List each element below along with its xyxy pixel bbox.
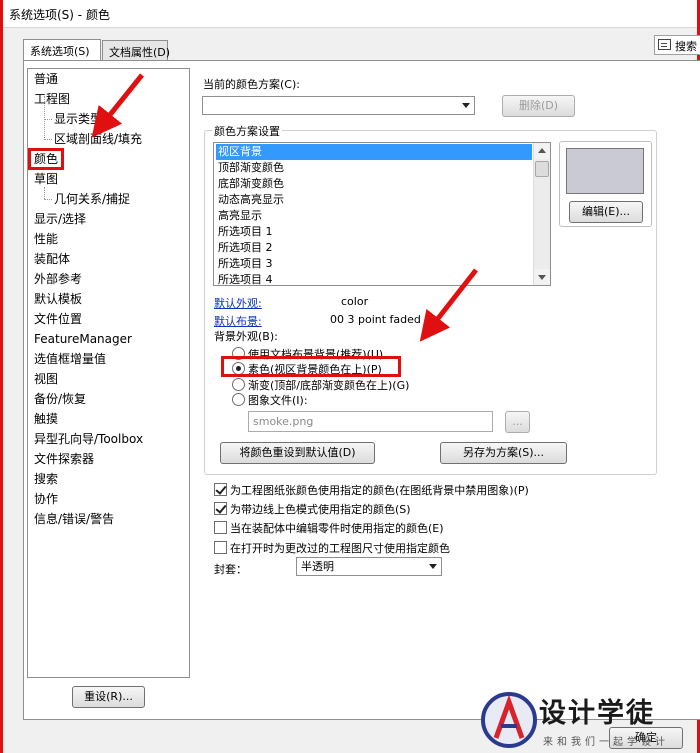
watermark-logo: 设计学徒 来和我们一起学设计	[481, 690, 697, 750]
tree-connector	[44, 119, 52, 120]
checkbox-drawing-paper-color[interactable]	[214, 483, 227, 496]
envelope-value: 半透明	[301, 560, 334, 573]
color-items-list[interactable]: 视区背景 顶部渐变颜色 底部渐变颜色 动态高亮显示 高亮显示 所选项目 1 所选…	[213, 142, 551, 286]
tree-item-file-explorer[interactable]: 文件探索器	[34, 450, 94, 468]
color-swatch	[566, 148, 644, 194]
tree-item-relations-snaps[interactable]: 几何关系/捕捉	[54, 190, 130, 208]
highlight-plain-color-option	[221, 356, 401, 377]
chevron-down-icon	[429, 564, 437, 569]
tree-item-external-references[interactable]: 外部参考	[34, 270, 82, 288]
tree-item-backup-recover[interactable]: 备份/恢复	[34, 390, 86, 408]
search-icon	[658, 39, 671, 50]
tree-item-colors[interactable]: 颜色	[28, 148, 65, 170]
color-settings-title: 颜色方案设置	[212, 123, 282, 139]
tree-connector	[44, 139, 52, 140]
tree-item-view[interactable]: 视图	[34, 370, 58, 388]
list-item[interactable]: 所选项目 4	[216, 272, 532, 285]
tree-item-messages-errors-warnings[interactable]: 信息/错误/警告	[34, 510, 114, 528]
tree-item-collaboration[interactable]: 协作	[34, 490, 58, 508]
default-scene-value: 00 3 point faded	[330, 313, 421, 326]
tree-item-display-style[interactable]: 显示类型	[54, 110, 102, 128]
tree-item-spin-box-increments[interactable]: 选值框增量值	[34, 350, 106, 368]
chevron-down-icon	[462, 103, 470, 108]
window-title: 系统选项(S) - 颜色	[9, 8, 110, 22]
list-item[interactable]: 高亮显示	[216, 208, 532, 224]
color-scheme-dropdown[interactable]	[202, 96, 475, 115]
tree-item-sketch[interactable]: 草图	[34, 170, 58, 188]
radio-gradient[interactable]	[232, 378, 245, 391]
scroll-thumb[interactable]	[535, 161, 549, 177]
tree-item-performance[interactable]: 性能	[34, 230, 58, 248]
tree-item-area-hatch[interactable]: 区域剖面线/填充	[54, 130, 142, 148]
tree-connector	[44, 199, 52, 200]
save-as-scheme-button[interactable]: 另存为方案(S)...	[440, 442, 567, 464]
tree-item-assemblies[interactable]: 装配体	[34, 250, 70, 268]
tree-item-search[interactable]: 搜索	[34, 470, 58, 488]
list-item[interactable]: 所选项目 2	[216, 240, 532, 256]
list-item[interactable]: 动态高亮显示	[216, 192, 532, 208]
browse-image-button[interactable]: ...	[505, 411, 530, 433]
checkbox-assembly-edit-color[interactable]	[214, 521, 227, 534]
reset-button[interactable]: 重设(R)...	[72, 686, 145, 708]
search-box[interactable]: 搜索	[654, 35, 700, 55]
background-label: 背景外观(B):	[214, 330, 278, 343]
default-appearance-value: color	[341, 295, 369, 308]
tree-item-touch[interactable]: 触摸	[34, 410, 58, 428]
checkbox-shaded-edges-color-label: 为带边线上色模式使用指定的颜色(S)	[230, 503, 411, 516]
title-bar: 系统选项(S) - 颜色	[3, 0, 697, 28]
list-item[interactable]: 视区背景	[216, 144, 532, 160]
envelope-label: 封套：	[214, 563, 247, 576]
list-scrollbar[interactable]	[533, 143, 550, 285]
radio-image-file[interactable]	[232, 393, 245, 406]
tree-item-hole-wizard-toolbox[interactable]: 异型孔向导/Toolbox	[34, 430, 143, 448]
list-item[interactable]: 顶部渐变颜色	[216, 160, 532, 176]
list-item[interactable]: 所选项目 3	[216, 256, 532, 272]
watermark-title: 设计学徒	[539, 698, 655, 729]
options-tree: 普通 工程图 显示类型 区域剖面线/填充 颜色 草图 几何关系/捕捉 显示/选择…	[27, 68, 190, 678]
tree-item-general[interactable]: 普通	[34, 70, 58, 88]
tree-item-file-locations[interactable]: 文件位置	[34, 310, 82, 328]
tab-document-properties[interactable]: 文档属性(D)	[102, 40, 170, 60]
reset-colors-button[interactable]: 将颜色重设到默认值(D)	[220, 442, 375, 464]
tree-connector	[44, 187, 45, 199]
list-item[interactable]: 底部渐变颜色	[216, 176, 532, 192]
checkbox-drawing-paper-color-label: 为工程图纸张颜色使用指定的颜色(在图纸背景中禁用图象)(P)	[230, 484, 529, 497]
checkbox-shaded-edges-color[interactable]	[214, 502, 227, 515]
scroll-down-icon[interactable]	[534, 269, 550, 285]
tree-item-drawings[interactable]: 工程图	[34, 90, 70, 108]
watermark-subtitle: 来和我们一起学设计	[543, 737, 669, 748]
scroll-up-icon[interactable]	[534, 143, 550, 159]
checkbox-assembly-edit-color-label: 当在装配体中编辑零件时使用指定的颜色(E)	[230, 522, 444, 535]
radio-gradient-label: 渐变(顶部/底部渐变颜色在上)(G)	[248, 379, 410, 392]
default-appearance-link[interactable]: 默认外观:	[214, 295, 262, 311]
tree-item-display-selection[interactable]: 显示/选择	[34, 210, 86, 228]
tree-item-default-templates[interactable]: 默认模板	[34, 290, 82, 308]
search-label: 搜索	[675, 40, 697, 53]
image-file-input[interactable]: smoke.png	[248, 411, 493, 432]
tree-item-featuremanager[interactable]: FeatureManager	[34, 330, 132, 348]
logo-emblem-icon	[481, 692, 537, 748]
radio-image-file-label: 图象文件(I):	[248, 394, 308, 407]
current-scheme-label: 当前的颜色方案(C):	[203, 78, 300, 91]
delete-scheme-button[interactable]: 删除(D)	[502, 95, 575, 117]
tab-system-options[interactable]: 系统选项(S)	[23, 39, 101, 60]
envelope-dropdown[interactable]: 半透明	[296, 557, 442, 576]
edit-color-button[interactable]: 编辑(E)...	[569, 201, 643, 223]
list-item[interactable]: 所选项目 1	[216, 224, 532, 240]
checkbox-changed-dimensions-color[interactable]	[214, 541, 227, 554]
default-scene-link[interactable]: 默认布景:	[214, 313, 262, 329]
checkbox-changed-dimensions-color-label: 在打开时为更改过的工程图尺寸使用指定颜色	[230, 542, 450, 555]
